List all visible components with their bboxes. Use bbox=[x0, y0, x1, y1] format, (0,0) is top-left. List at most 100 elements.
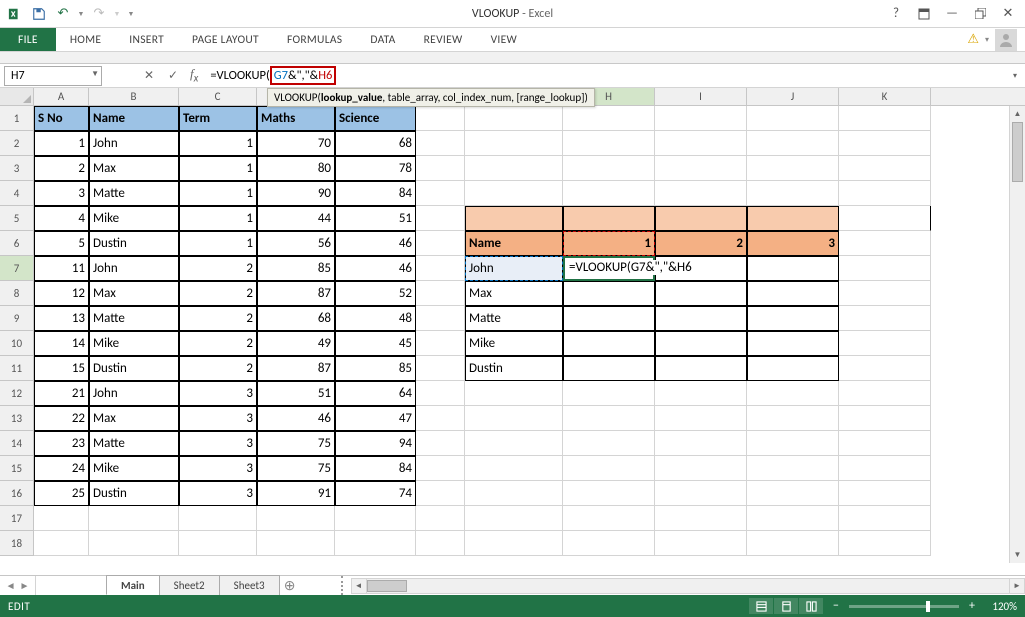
formula-input[interactable]: =VLOOKUP(G7&","&H6 ▾ bbox=[210, 66, 1025, 85]
cell-j8[interactable] bbox=[747, 281, 839, 306]
page-break-view-icon[interactable] bbox=[799, 598, 823, 614]
col-header-j[interactable]: J bbox=[747, 88, 839, 105]
cell-a6[interactable]: 5 bbox=[34, 231, 89, 256]
col-header-k[interactable]: K bbox=[839, 88, 931, 105]
cell-j18[interactable] bbox=[747, 531, 839, 556]
cell-g14[interactable] bbox=[465, 431, 563, 456]
cell-a14[interactable]: 23 bbox=[34, 431, 89, 456]
cell-a13[interactable]: 22 bbox=[34, 406, 89, 431]
cell-f16[interactable] bbox=[416, 481, 465, 506]
cell-e12[interactable]: 64 bbox=[335, 381, 416, 406]
cell-j15[interactable] bbox=[747, 456, 839, 481]
cell-d10[interactable]: 49 bbox=[257, 331, 335, 356]
cell-f13[interactable] bbox=[416, 406, 465, 431]
page-layout-view-icon[interactable] bbox=[774, 598, 798, 614]
cell-h10[interactable] bbox=[563, 331, 655, 356]
cell-e18[interactable] bbox=[335, 531, 416, 556]
row-header-2[interactable]: 2 bbox=[0, 131, 34, 156]
cell-d18[interactable] bbox=[257, 531, 335, 556]
cell-h14[interactable] bbox=[563, 431, 655, 456]
col-header-b[interactable]: B bbox=[89, 88, 179, 105]
cell-h3[interactable] bbox=[563, 156, 655, 181]
cell-f7[interactable] bbox=[416, 256, 465, 281]
cell-g15[interactable] bbox=[465, 456, 563, 481]
tab-data[interactable]: DATA bbox=[356, 28, 409, 51]
cell-b14[interactable]: Matte bbox=[89, 431, 179, 456]
cell-a8[interactable]: 12 bbox=[34, 281, 89, 306]
row-header-3[interactable]: 3 bbox=[0, 156, 34, 181]
spreadsheet-grid[interactable]: ABCDEFGHIJK 1S NoNameTermMathsScience21J… bbox=[0, 88, 1025, 579]
cell-a17[interactable] bbox=[34, 506, 89, 531]
cell-b5[interactable]: Mike bbox=[89, 206, 179, 231]
cell-f15[interactable] bbox=[416, 456, 465, 481]
cell-i14[interactable] bbox=[655, 431, 747, 456]
name-box[interactable]: ▼ bbox=[4, 66, 102, 86]
cell-b6[interactable]: Dustin bbox=[89, 231, 179, 256]
cell-c14[interactable]: 3 bbox=[179, 431, 257, 456]
cell-i3[interactable] bbox=[655, 156, 747, 181]
cell-d11[interactable]: 87 bbox=[257, 356, 335, 381]
vscroll-track[interactable] bbox=[1012, 122, 1023, 547]
sheet-nav[interactable]: ◄► bbox=[0, 576, 36, 595]
cell-d1[interactable]: Maths bbox=[257, 106, 335, 131]
cell-i16[interactable] bbox=[655, 481, 747, 506]
cell-f8[interactable] bbox=[416, 281, 465, 306]
cell-b16[interactable]: Dustin bbox=[89, 481, 179, 506]
cell-j5[interactable] bbox=[747, 206, 839, 231]
cell-g2[interactable] bbox=[465, 131, 563, 156]
cell-b18[interactable] bbox=[89, 531, 179, 556]
cell-a3[interactable]: 2 bbox=[34, 156, 89, 181]
cell-k5[interactable] bbox=[839, 206, 931, 231]
cell-i9[interactable] bbox=[655, 306, 747, 331]
cell-g9[interactable]: Matte bbox=[465, 306, 563, 331]
cell-g17[interactable] bbox=[465, 506, 563, 531]
cell-c9[interactable]: 2 bbox=[179, 306, 257, 331]
redo-menu-icon[interactable]: ▼ bbox=[112, 3, 122, 25]
hscroll-thumb[interactable] bbox=[367, 580, 407, 592]
cell-e17[interactable] bbox=[335, 506, 416, 531]
cell-i17[interactable] bbox=[655, 506, 747, 531]
cell-i18[interactable] bbox=[655, 531, 747, 556]
user-avatar[interactable] bbox=[995, 29, 1017, 51]
cell-c10[interactable]: 2 bbox=[179, 331, 257, 356]
cell-h18[interactable] bbox=[563, 531, 655, 556]
enter-formula-icon[interactable]: ✓ bbox=[162, 66, 184, 86]
row-header-4[interactable]: 4 bbox=[0, 181, 34, 206]
cell-i13[interactable] bbox=[655, 406, 747, 431]
cell-g1[interactable] bbox=[465, 106, 563, 131]
cell-c4[interactable]: 1 bbox=[179, 181, 257, 206]
cell-a10[interactable]: 14 bbox=[34, 331, 89, 356]
cell-c15[interactable]: 3 bbox=[179, 456, 257, 481]
sheet-tab-main[interactable]: Main bbox=[106, 575, 160, 595]
cell-g12[interactable] bbox=[465, 381, 563, 406]
cell-g4[interactable] bbox=[465, 181, 563, 206]
cell-j14[interactable] bbox=[747, 431, 839, 456]
cell-b11[interactable]: Dustin bbox=[89, 356, 179, 381]
cell-k4[interactable] bbox=[839, 181, 931, 206]
ribbon-display-options-icon[interactable] bbox=[911, 3, 937, 25]
cell-c6[interactable]: 1 bbox=[179, 231, 257, 256]
cell-h2[interactable] bbox=[563, 131, 655, 156]
cell-b2[interactable]: John bbox=[89, 131, 179, 156]
cell-h17[interactable] bbox=[563, 506, 655, 531]
cell-c12[interactable]: 3 bbox=[179, 381, 257, 406]
row-header-13[interactable]: 13 bbox=[0, 406, 34, 431]
cell-h16[interactable] bbox=[563, 481, 655, 506]
horizontal-scrollbar[interactable]: ◄ ► bbox=[341, 576, 1025, 595]
cell-f3[interactable] bbox=[416, 156, 465, 181]
cell-i4[interactable] bbox=[655, 181, 747, 206]
cell-h12[interactable] bbox=[563, 381, 655, 406]
cell-h11[interactable] bbox=[563, 356, 655, 381]
minimize-icon[interactable]: — bbox=[939, 3, 965, 25]
cell-c18[interactable] bbox=[179, 531, 257, 556]
cell-f12[interactable] bbox=[416, 381, 465, 406]
undo-menu-icon[interactable]: ▼ bbox=[76, 3, 86, 25]
help-icon[interactable]: ? bbox=[883, 3, 909, 25]
cell-k8[interactable] bbox=[839, 281, 931, 306]
row-header-9[interactable]: 9 bbox=[0, 306, 34, 331]
cancel-formula-icon[interactable]: ✕ bbox=[138, 66, 160, 86]
sheet-nav-prev-icon[interactable]: ◄ bbox=[6, 579, 16, 592]
cell-b3[interactable]: Max bbox=[89, 156, 179, 181]
cell-h1[interactable] bbox=[563, 106, 655, 131]
zoom-slider[interactable] bbox=[849, 605, 959, 608]
